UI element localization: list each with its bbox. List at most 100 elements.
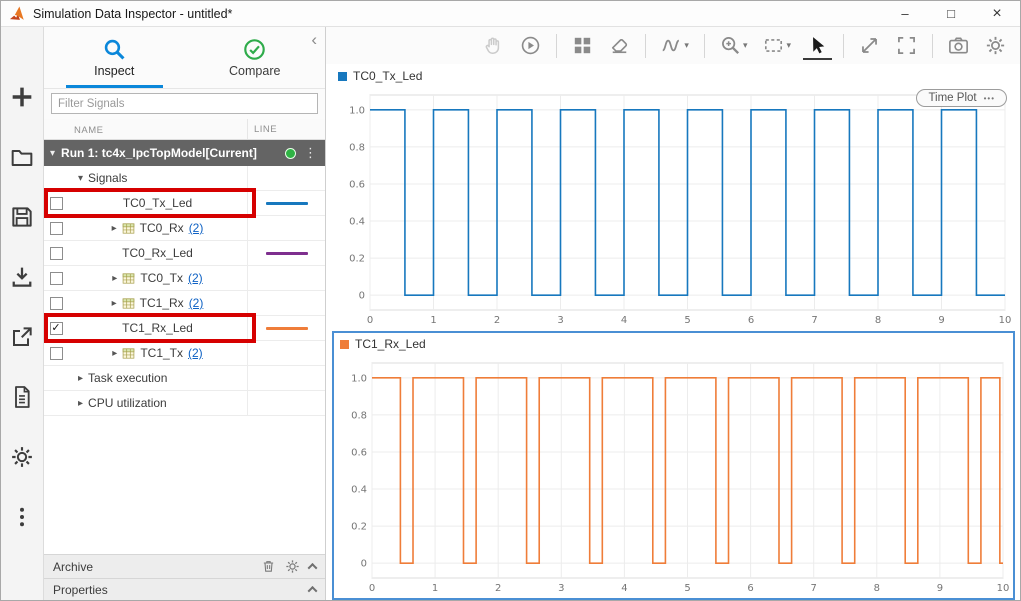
dropdown-caret-icon[interactable]: ▾ [684,40,689,51]
matrix-signal-icon [123,272,135,284]
expand-tree-icon[interactable]: ▸ [112,223,117,234]
save-button[interactable] [9,203,36,230]
tab-compare[interactable]: Compare [185,27,326,88]
pointer-tool[interactable] [803,32,832,60]
signal-trace-tool[interactable]: ▾ [657,32,693,60]
chart-svg[interactable]: 0 1 2 3 4 5 6 7 8 9 10 0 0.2 0.4 0.6 0.8 1.0 [332,87,1015,330]
expand-tree-icon[interactable]: ▸ [112,273,117,284]
signal-checkbox[interactable] [49,221,63,235]
channel-count-link[interactable]: (2) [189,221,204,235]
properties-collapse-chevron-icon[interactable] [307,585,318,596]
legend-item[interactable]: TC0_Tx_Led [338,69,422,83]
svg-text:5: 5 [684,315,690,326]
table-row-tc1-rx-led[interactable]: ✓ TC1_Rx_Led [44,313,325,343]
collapse-panel-chevron-icon[interactable]: ‹ [311,31,317,48]
archive-bar[interactable]: Archive [44,554,325,578]
matlab-logo-icon [9,6,24,20]
run-header-row[interactable]: ▾ Run 1: tc4x_IpcTopModel[Current] ⋮ [44,140,325,166]
dropdown-caret-icon[interactable]: ▾ [786,40,791,51]
channel-count-link[interactable]: (2) [189,296,204,310]
plot-canvas-1[interactable]: 0 1 2 3 4 5 6 7 8 9 10 0 0.2 0.4 0.6 0.8 1.0 [334,355,1013,598]
time-plot-menu-button[interactable]: Time Plot ••• [916,89,1007,107]
add-button[interactable] [9,83,36,110]
svg-text:0.4: 0.4 [349,217,365,228]
signal-checkbox[interactable] [49,296,63,310]
table-row-tc1-tx[interactable]: ▸ TC1_Tx (2) [44,341,325,366]
fit-to-view-tool[interactable] [892,32,921,60]
properties-bar[interactable]: Properties [44,578,325,600]
run-menu-dots-icon[interactable]: ⋮ [302,145,319,161]
zoom-region-tool[interactable]: ▾ [759,32,795,60]
maximize-button[interactable]: □ [928,1,974,26]
signal-checkbox[interactable] [49,346,63,360]
svg-text:4: 4 [621,583,627,594]
svg-text:0.8: 0.8 [351,410,367,421]
svg-text:9: 9 [938,315,944,326]
tab-inspect[interactable]: Inspect [44,27,185,88]
signal-checkbox[interactable] [49,246,63,260]
pan-tool[interactable] [479,32,508,60]
run-playback-tool[interactable] [516,32,545,60]
svg-text:9: 9 [937,583,943,594]
signal-checkbox[interactable] [49,196,63,210]
filter-signals-input[interactable] [51,93,318,114]
pointer-icon [813,36,825,53]
legend-color-swatch [340,339,349,349]
row-label: TC0_Tx [140,271,184,285]
minimize-button[interactable]: – [882,1,928,26]
table-row-cpu-utilization[interactable]: ▸ CPU utilization [44,391,325,416]
run-expander-icon[interactable]: ▾ [50,148,55,159]
table-row-tc0-tx-led[interactable]: TC0_Tx_Led [44,188,325,218]
export-button[interactable] [9,323,36,350]
chart-svg[interactable]: 0 1 2 3 4 5 6 7 8 9 10 0 0.2 0.4 0.6 0.8 1.0 [334,355,1013,598]
more-options-button[interactable] [9,503,36,530]
time-plot-tc1-rx-led-selected[interactable]: TC1_Rx_Led 0 1 2 3 4 5 6 7 8 9 10 0 0.2 0.4 0.6 0.8 1.0 [332,331,1015,600]
create-report-button[interactable] [9,383,36,410]
snapshot-tool[interactable] [944,32,973,60]
archive-settings-gear-icon[interactable] [285,559,300,574]
expand-tree-icon[interactable]: ▸ [78,373,83,384]
svg-text:1.0: 1.0 [351,373,367,384]
clear-plots-tool[interactable] [605,32,634,60]
table-row-task-execution[interactable]: ▸ Task execution [44,366,325,391]
zoom-tool[interactable]: ▾ [716,32,752,60]
layout-tool[interactable] [568,32,597,60]
channel-count-link[interactable]: (2) [188,346,203,360]
time-plot-menu-dots-icon[interactable]: ••• [984,94,995,103]
signal-checkbox[interactable]: ✓ [49,321,63,335]
table-row-tc0-rx-led[interactable]: TC0_Rx_Led [44,241,325,266]
expand-axes-tool[interactable] [855,32,884,60]
export-icon [13,326,32,346]
import-button[interactable] [9,263,36,290]
table-row-tc0-rx[interactable]: ▸ TC0_Rx (2) [44,216,325,241]
plot-settings-tool[interactable] [981,32,1010,60]
archive-collapse-chevron-icon[interactable] [307,562,318,573]
expand-tree-icon[interactable]: ▸ [78,398,83,409]
expand-tree-icon[interactable]: ▸ [112,298,117,309]
preferences-button[interactable] [9,443,36,470]
channel-count-link[interactable]: (2) [188,271,203,285]
time-plot-tc0-tx-led[interactable]: TC0_Tx_Led Time Plot ••• 0 1 2 3 4 5 6 7 8 9 10 0 0.… [332,65,1015,330]
dropdown-caret-icon[interactable]: ▾ [743,40,748,51]
open-button[interactable] [9,143,36,170]
table-row-tc1-rx[interactable]: ▸ TC1_Rx (2) [44,291,325,316]
table-row-signals[interactable]: ▾ Signals [44,166,325,191]
row-label: Task execution [88,371,168,385]
expand-tree-icon[interactable]: ▸ [112,348,117,359]
more-options-icon [20,507,24,526]
collapse-tree-icon[interactable]: ▾ [78,173,83,184]
matrix-signal-icon [123,347,135,359]
time-plot-badge-label: Time Plot [928,92,977,104]
svg-text:8: 8 [874,583,880,594]
table-header: NAME LINE [44,119,325,140]
window-title: Simulation Data Inspector - untitled* [33,6,233,21]
trash-icon[interactable] [261,559,276,574]
svg-text:5: 5 [684,583,690,594]
plot-canvas-0[interactable]: 0 1 2 3 4 5 6 7 8 9 10 0 0.2 0.4 0.6 0.8 1.0 [332,87,1015,330]
table-row-tc0-tx[interactable]: ▸ TC0_Tx (2) [44,266,325,291]
legend-item[interactable]: TC1_Rx_Led [340,337,426,351]
signal-checkbox[interactable] [49,271,63,285]
matrix-signal-icon [122,222,135,235]
close-button[interactable]: × [974,1,1020,26]
column-header-line: LINE [254,123,278,135]
